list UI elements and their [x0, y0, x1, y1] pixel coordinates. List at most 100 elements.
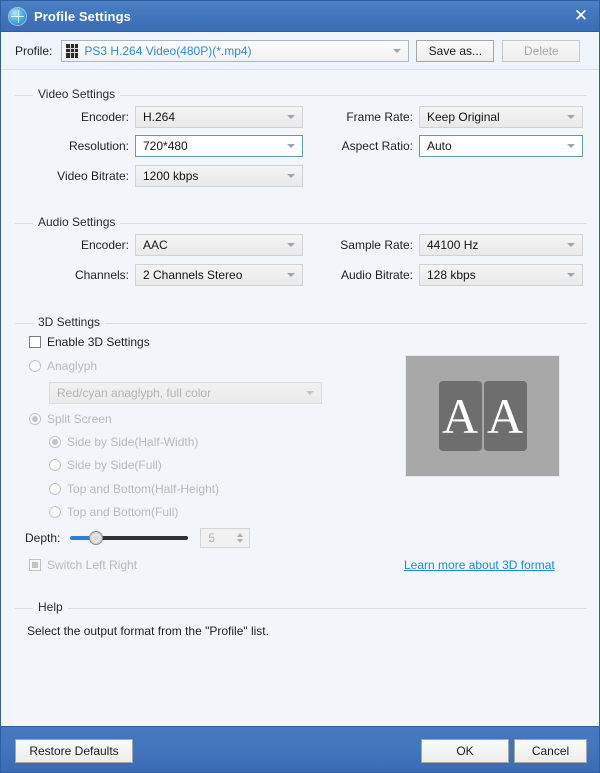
preview-left-letter: A — [439, 381, 482, 451]
save-as-button[interactable]: Save as... — [416, 40, 494, 62]
depth-label: Depth: — [25, 531, 60, 545]
profile-select[interactable]: PS3 H.264 Video(480P)(*.mp4) — [61, 40, 409, 62]
anaglyph-type-value: Red/cyan anaglyph, full color — [57, 386, 211, 400]
profile-value: PS3 H.264 Video(480P)(*.mp4) — [84, 44, 251, 58]
chevron-down-icon — [287, 115, 295, 119]
stepper-down-icon — [237, 539, 243, 543]
resolution-select[interactable]: 720*480 — [135, 135, 303, 157]
channels-field: Channels: 2 Channels Stereo — [35, 264, 303, 286]
audio-encoder-field: Encoder: AAC — [35, 234, 303, 256]
video-bitrate-field: Video Bitrate: 1200 kbps — [35, 165, 303, 187]
aspect-ratio-field: Aspect Ratio: Auto — [325, 135, 583, 157]
split-screen-label: Split Screen — [47, 412, 112, 426]
resolution-value: 720*480 — [143, 139, 188, 153]
chevron-down-icon — [287, 243, 295, 247]
chevron-down-icon — [567, 144, 575, 148]
sample-rate-field: Sample Rate: 44100 Hz — [325, 234, 583, 256]
chevron-down-icon — [393, 49, 401, 53]
enable-3d-label: Enable 3D Settings — [47, 335, 150, 349]
radio-icon — [29, 413, 41, 425]
video-encoder-label: Encoder: — [35, 110, 129, 124]
anaglyph-type-select: Red/cyan anaglyph, full color — [49, 382, 322, 404]
audio-bitrate-field: Audio Bitrate: 128 kbps — [325, 264, 583, 286]
resolution-label: Resolution: — [35, 139, 129, 153]
depth-value: 5 — [208, 531, 215, 545]
sample-rate-select[interactable]: 44100 Hz — [419, 234, 583, 256]
split-option-top-bottom-full: Top and Bottom(Full) — [49, 505, 178, 519]
slider-thumb[interactable] — [89, 531, 103, 545]
frame-rate-label: Frame Rate: — [325, 110, 413, 124]
window-title: Profile Settings — [34, 9, 131, 24]
ok-button[interactable]: OK — [421, 739, 509, 763]
depth-slider[interactable] — [70, 531, 188, 545]
checkbox-icon — [29, 559, 41, 571]
resolution-field: Resolution: 720*480 — [35, 135, 303, 157]
chevron-down-icon — [306, 391, 314, 395]
title-bar: Profile Settings ✕ — [1, 1, 600, 32]
radio-icon — [49, 459, 61, 471]
aspect-ratio-value: Auto — [427, 139, 452, 153]
audio-bitrate-value: 128 kbps — [427, 268, 476, 282]
chevron-down-icon — [567, 273, 575, 277]
cancel-button[interactable]: Cancel — [514, 739, 587, 763]
frame-rate-value: Keep Original — [427, 110, 500, 124]
film-strip-icon — [66, 44, 78, 58]
stepper-up-icon — [237, 533, 243, 537]
globe-icon — [9, 8, 26, 25]
radio-icon — [49, 483, 61, 495]
chevron-down-icon — [287, 174, 295, 178]
radio-icon — [49, 436, 61, 448]
split-screen-radio: Split Screen — [29, 412, 112, 426]
enable-3d-checkbox[interactable]: Enable 3D Settings — [29, 335, 150, 349]
split-option-side-by-side-half: Side by Side(Half-Width) — [49, 435, 198, 449]
audio-encoder-value: AAC — [143, 238, 168, 252]
switch-left-right-checkbox: Switch Left Right — [29, 558, 137, 572]
three-d-settings-title: 3D Settings — [33, 315, 105, 329]
chevron-down-icon — [567, 243, 575, 247]
profile-bar: Profile: PS3 H.264 Video(480P)(*.mp4) Sa… — [1, 32, 600, 70]
preview-right-letter: A — [484, 381, 527, 451]
aspect-ratio-select[interactable]: Auto — [419, 135, 583, 157]
channels-select[interactable]: 2 Channels Stereo — [135, 264, 303, 286]
slider-track — [96, 536, 188, 540]
radio-icon — [49, 506, 61, 518]
audio-encoder-select[interactable]: AAC — [135, 234, 303, 256]
close-icon[interactable]: ✕ — [571, 7, 591, 27]
anaglyph-label: Anaglyph — [47, 359, 97, 373]
channels-value: 2 Channels Stereo — [143, 268, 242, 282]
split-option-label: Top and Bottom(Full) — [67, 505, 178, 519]
video-encoder-field: Encoder: H.264 — [35, 106, 303, 128]
learn-more-3d-link[interactable]: Learn more about 3D format — [404, 558, 555, 572]
delete-button: Delete — [502, 40, 580, 62]
split-option-side-by-side-full: Side by Side(Full) — [49, 458, 162, 472]
restore-defaults-button[interactable]: Restore Defaults — [15, 739, 133, 763]
video-encoder-select[interactable]: H.264 — [135, 106, 303, 128]
help-text: Select the output format from the "Profi… — [27, 624, 269, 638]
profile-label: Profile: — [15, 44, 52, 58]
split-option-label: Side by Side(Half-Width) — [67, 435, 198, 449]
radio-icon — [29, 360, 41, 372]
frame-rate-select[interactable]: Keep Original — [419, 106, 583, 128]
checkbox-icon — [29, 336, 41, 348]
anaglyph-radio: Anaglyph — [29, 359, 97, 373]
depth-stepper: 5 — [200, 528, 250, 548]
depth-control: Depth: 5 — [25, 528, 250, 548]
channels-label: Channels: — [35, 268, 129, 282]
video-bitrate-select[interactable]: 1200 kbps — [135, 165, 303, 187]
audio-bitrate-select[interactable]: 128 kbps — [419, 264, 583, 286]
chevron-down-icon — [567, 115, 575, 119]
sample-rate-value: 44100 Hz — [427, 238, 478, 252]
frame-rate-field: Frame Rate: Keep Original — [325, 106, 583, 128]
switch-left-right-label: Switch Left Right — [47, 558, 137, 572]
help-group: Help — [15, 608, 587, 698]
video-bitrate-label: Video Bitrate: — [35, 169, 129, 183]
split-option-label: Top and Bottom(Half-Height) — [67, 482, 219, 496]
chevron-down-icon — [287, 273, 295, 277]
profile-settings-dialog: Profile Settings ✕ Profile: PS3 H.264 Vi… — [0, 0, 600, 773]
video-bitrate-value: 1200 kbps — [143, 169, 198, 183]
split-option-label: Side by Side(Full) — [67, 458, 162, 472]
video-settings-title: Video Settings — [33, 87, 120, 101]
aspect-ratio-label: Aspect Ratio: — [325, 139, 413, 153]
sample-rate-label: Sample Rate: — [325, 238, 413, 252]
audio-bitrate-label: Audio Bitrate: — [325, 268, 413, 282]
